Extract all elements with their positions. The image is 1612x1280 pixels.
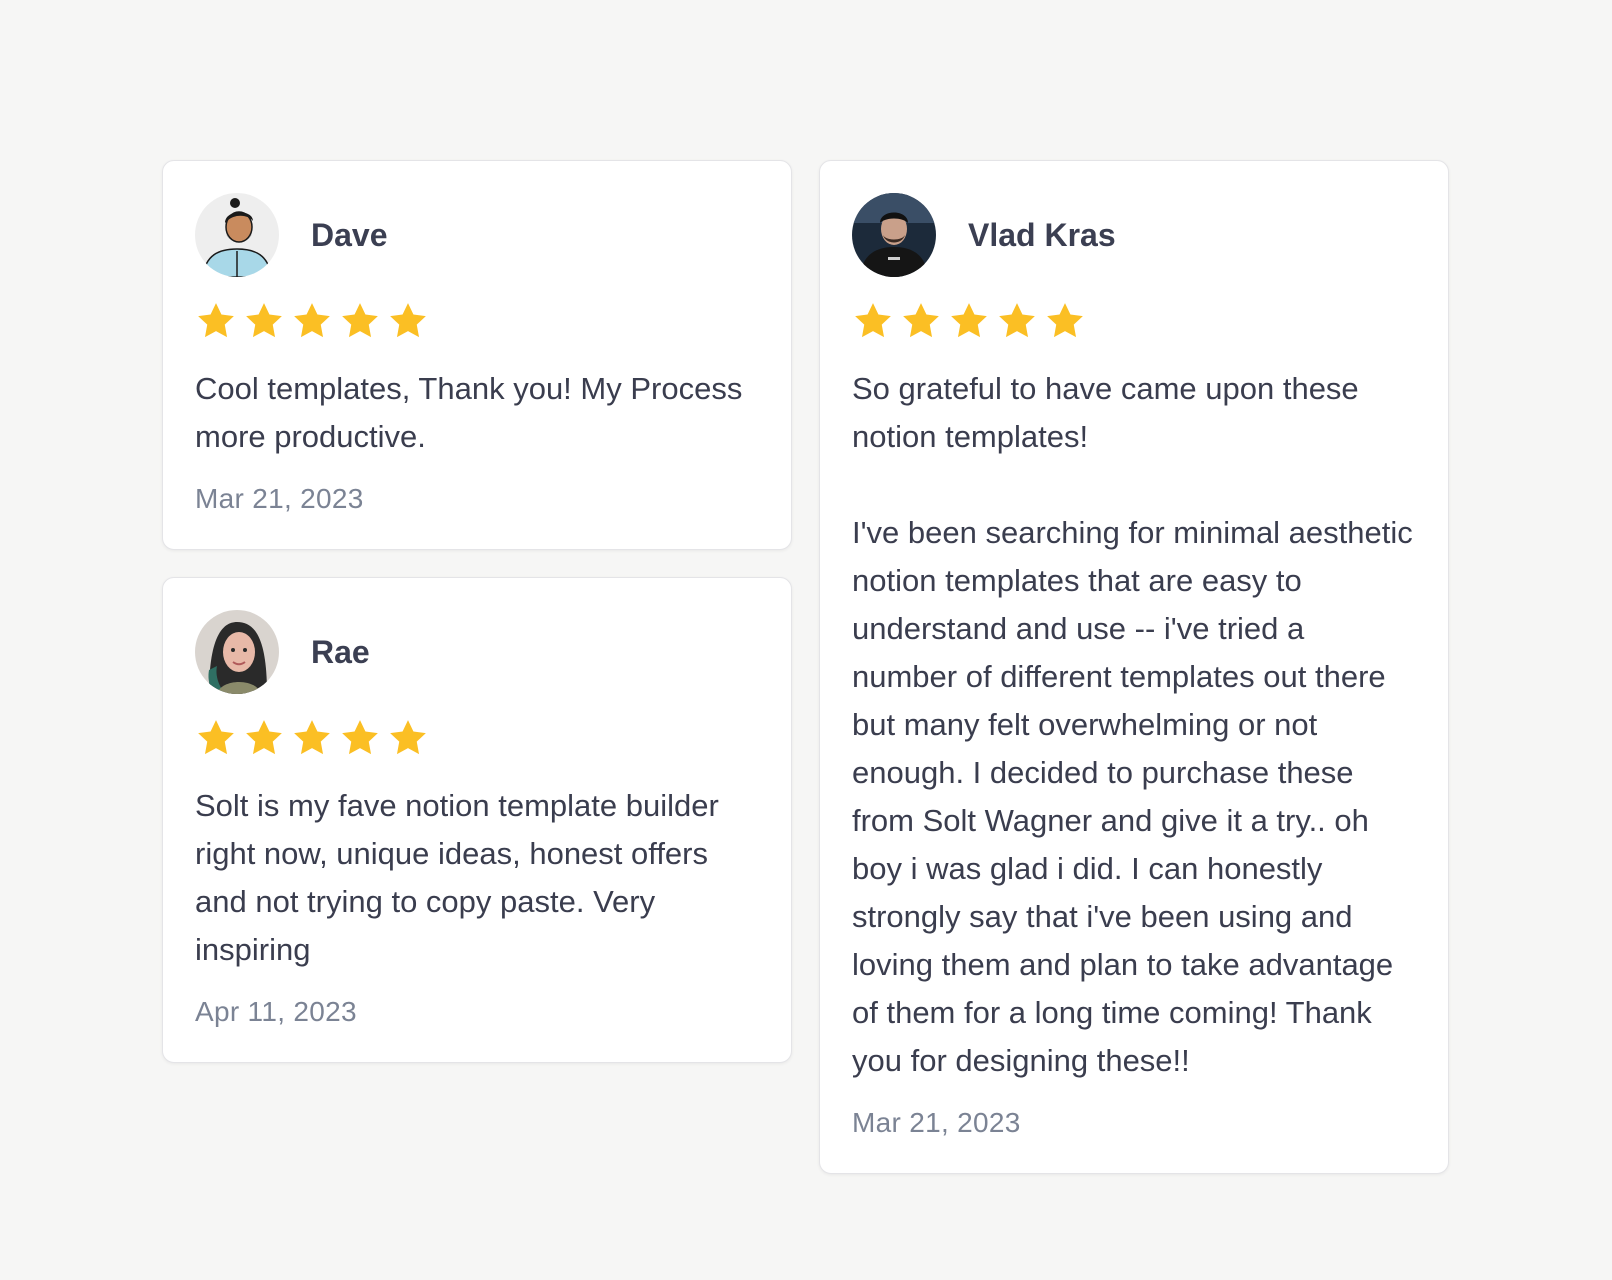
- star-icon: [900, 300, 942, 342]
- review-text: Solt is my fave notion template builder …: [195, 788, 719, 967]
- review-card-rae: Rae Solt is my fave notion template buil…: [162, 577, 792, 1063]
- avatar: [195, 610, 279, 694]
- star-icon: [948, 300, 990, 342]
- star-icon: [852, 300, 894, 342]
- reviews-grid: Dave Cool templates, Thank you! My Proce…: [162, 160, 1449, 1174]
- star-icon: [387, 717, 429, 759]
- review-header: Rae: [195, 610, 759, 694]
- reviewer-name: Dave: [311, 216, 388, 253]
- rating-stars: [852, 299, 1416, 343]
- review-date: Mar 21, 2023: [195, 483, 364, 514]
- star-icon: [996, 300, 1038, 342]
- avatar: [195, 193, 279, 277]
- review-text: Cool templates, Thank you! My Process mo…: [195, 371, 743, 454]
- star-icon: [291, 717, 333, 759]
- reviews-column-left: Dave Cool templates, Thank you! My Proce…: [162, 160, 792, 1174]
- star-icon: [339, 300, 381, 342]
- review-card-vlad-kras: Vlad Kras So grateful to have came upon …: [819, 160, 1449, 1174]
- review-header: Vlad Kras: [852, 193, 1416, 277]
- star-icon: [291, 300, 333, 342]
- star-icon: [339, 717, 381, 759]
- rating-stars: [195, 299, 759, 343]
- star-icon: [195, 300, 237, 342]
- review-text: So grateful to have came upon these noti…: [852, 371, 1413, 1078]
- avatar: [852, 193, 936, 277]
- rating-stars: [195, 716, 759, 760]
- reviewer-name: Vlad Kras: [968, 216, 1116, 253]
- review-date: Apr 11, 2023: [195, 996, 357, 1027]
- star-icon: [195, 717, 237, 759]
- reviews-column-right: Vlad Kras So grateful to have came upon …: [819, 160, 1449, 1174]
- review-date: Mar 21, 2023: [852, 1107, 1021, 1138]
- star-icon: [243, 300, 285, 342]
- star-icon: [1044, 300, 1086, 342]
- star-icon: [243, 717, 285, 759]
- review-card-dave: Dave Cool templates, Thank you! My Proce…: [162, 160, 792, 550]
- reviewer-name: Rae: [311, 633, 370, 670]
- star-icon: [387, 300, 429, 342]
- review-header: Dave: [195, 193, 759, 277]
